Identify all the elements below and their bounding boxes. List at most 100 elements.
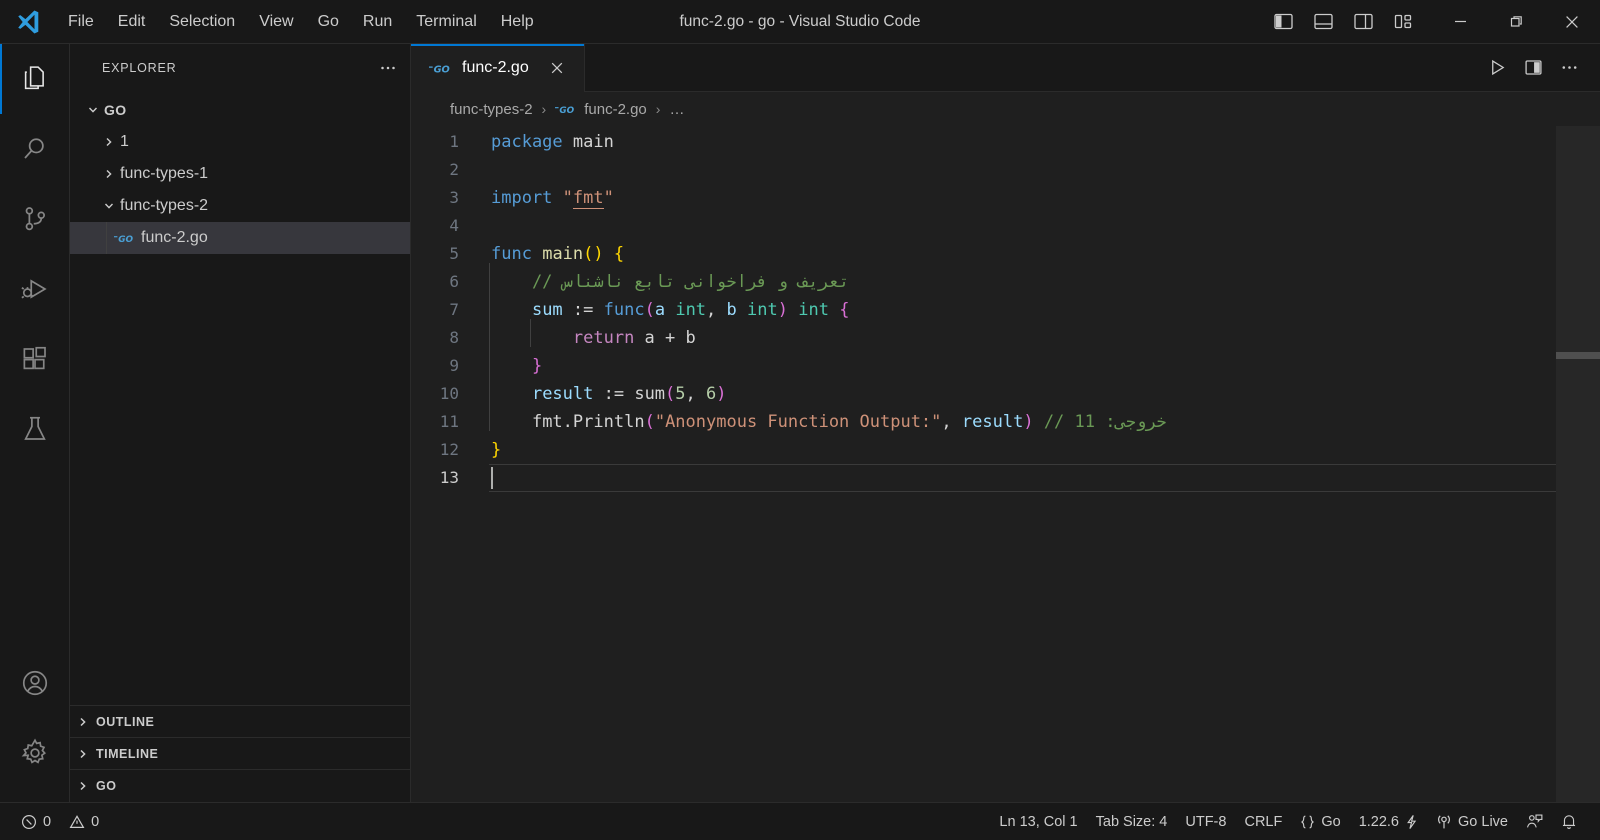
breadcrumb-separator-icon: › <box>541 101 547 117</box>
code-token: } <box>491 440 502 460</box>
breadcrumb-item-symbols[interactable]: … <box>666 99 687 120</box>
menu-file[interactable]: File <box>56 8 106 36</box>
status-indentation[interactable]: Tab Size: 4 <box>1087 803 1177 840</box>
menu-run[interactable]: Run <box>351 8 404 36</box>
chevron-right-icon <box>70 779 96 793</box>
section-outline[interactable]: OUTLINE <box>70 706 410 738</box>
line-content <box>489 212 491 240</box>
menu-edit[interactable]: Edit <box>106 8 158 36</box>
code-line[interactable]: 5 func main() { <box>411 240 1556 268</box>
section-timeline[interactable]: TIMELINE <box>70 738 410 770</box>
account-icon <box>20 668 50 698</box>
sidebar-more-actions-button[interactable] <box>374 54 402 82</box>
code-line[interactable]: 2 <box>411 156 1556 184</box>
menu-go[interactable]: Go <box>306 8 351 36</box>
tree-item-folder-func-types-2[interactable]: func-types-2 <box>70 190 410 222</box>
breadcrumb-label: func-2.go <box>584 100 647 118</box>
activity-source-control[interactable] <box>0 184 70 254</box>
minimize-button[interactable] <box>1432 0 1488 44</box>
code-line[interactable]: 4 <box>411 212 1556 240</box>
code-line[interactable]: 12} <box>411 436 1556 464</box>
tree-item-go-root[interactable]: GO <box>70 94 410 126</box>
tab-close-icon[interactable] <box>544 55 570 81</box>
breadcrumb-item-file[interactable]: GO func-2.go <box>552 99 650 120</box>
go-live-label: Go Live <box>1458 813 1508 830</box>
breadcrumb-separator-icon: › <box>655 101 661 117</box>
code-token: , <box>706 300 727 320</box>
code-token: := <box>593 384 635 404</box>
code-token: sum <box>531 300 563 320</box>
toggle-secondary-sidebar-icon[interactable] <box>1344 5 1382 39</box>
activity-run-and-debug[interactable] <box>0 254 70 324</box>
code-line[interactable]: 1 package main <box>411 128 1556 156</box>
menu-help[interactable]: Help <box>489 8 546 36</box>
restore-button[interactable] <box>1488 0 1544 44</box>
code-token: b <box>726 300 737 320</box>
customize-layout-icon[interactable] <box>1384 5 1422 39</box>
tab-func-2-go[interactable]: GO func-2.go <box>411 44 585 92</box>
chevron-down-icon <box>98 199 120 213</box>
code-token: int <box>747 300 778 320</box>
activity-explorer[interactable] <box>0 44 70 114</box>
code-line[interactable]: 9 } <box>411 347 1556 380</box>
status-feedback[interactable] <box>1517 803 1552 840</box>
close-button[interactable] <box>1544 0 1600 44</box>
line-number: 10 <box>439 384 459 403</box>
toggle-primary-sidebar-icon[interactable] <box>1264 5 1302 39</box>
menu-selection[interactable]: Selection <box>157 8 247 36</box>
split-editor-right-button[interactable] <box>1516 51 1550 85</box>
status-go-version[interactable]: 1.22.6 <box>1350 803 1427 840</box>
editor-vertical-scrollbar[interactable] <box>1556 126 1600 802</box>
code-line[interactable]: 10 result := sum(5, 6) <box>411 375 1556 408</box>
code-line[interactable]: 8 return a + b <box>411 319 1556 352</box>
broadcast-icon <box>1436 814 1452 830</box>
menu-terminal[interactable]: Terminal <box>404 8 488 36</box>
status-encoding[interactable]: UTF-8 <box>1176 803 1235 840</box>
activity-extensions[interactable] <box>0 324 70 394</box>
status-editor-position[interactable]: Ln 13, Col 1 <box>990 803 1086 840</box>
code-scroll-area[interactable]: 1 package main 2 3 import "fmt" 4 5 func main()… <box>411 126 1556 802</box>
code-line[interactable]: 6 // تعریف و فراخوانی تابع ناشناس <box>411 263 1556 296</box>
status-notifications[interactable] <box>1552 803 1586 840</box>
toggle-panel-icon[interactable] <box>1304 5 1342 39</box>
status-language-mode[interactable]: Go <box>1291 803 1349 840</box>
code-line[interactable]: 3 import "fmt" <box>411 184 1556 212</box>
warning-count: 0 <box>91 813 100 830</box>
code-line[interactable]: 13 <box>411 464 1556 492</box>
status-go-live[interactable]: Go Live <box>1427 803 1517 840</box>
activity-bar <box>0 44 70 802</box>
tree-item-folder-1[interactable]: 1 <box>70 126 410 158</box>
code-line[interactable]: 11 fmt.Println("Anonymous Function Outpu… <box>411 403 1556 436</box>
vscode-window: File Edit Selection View Go Run Terminal… <box>0 0 1600 840</box>
activity-accounts[interactable] <box>0 648 70 718</box>
chevron-down-icon <box>82 103 104 117</box>
section-go[interactable]: GO <box>70 770 410 802</box>
svg-text:GO: GO <box>560 106 575 116</box>
status-problems[interactable]: 0 0 <box>12 803 108 840</box>
line-number: 2 <box>449 160 459 179</box>
activity-search[interactable] <box>0 114 70 184</box>
activity-manage[interactable] <box>0 718 70 788</box>
line-content: } <box>489 436 501 464</box>
scrollbar-thumb[interactable] <box>1556 352 1600 359</box>
breadcrumb-item-folder[interactable]: func-types-2 <box>447 99 536 120</box>
sidebar-header: EXPLORER <box>70 44 410 92</box>
tree-item-file-func-2-go[interactable]: GO func-2.go <box>70 222 410 254</box>
status-eol[interactable]: CRLF <box>1235 803 1291 840</box>
line-content: return a + b <box>489 319 696 352</box>
run-code-button[interactable] <box>1480 51 1514 85</box>
code-token: main <box>542 244 584 264</box>
line-content: fmt.Println("Anonymous Function Output:"… <box>489 403 1167 436</box>
tree-label: func-2.go <box>141 229 208 246</box>
tree-item-folder-func-types-1[interactable]: func-types-1 <box>70 158 410 190</box>
activity-testing[interactable] <box>0 394 70 464</box>
menu-view[interactable]: View <box>247 8 305 36</box>
more-actions-button[interactable] <box>1552 51 1586 85</box>
code-token: package <box>491 132 563 152</box>
code-line[interactable]: 7 sum := func(a int, b int) int { <box>411 291 1556 324</box>
